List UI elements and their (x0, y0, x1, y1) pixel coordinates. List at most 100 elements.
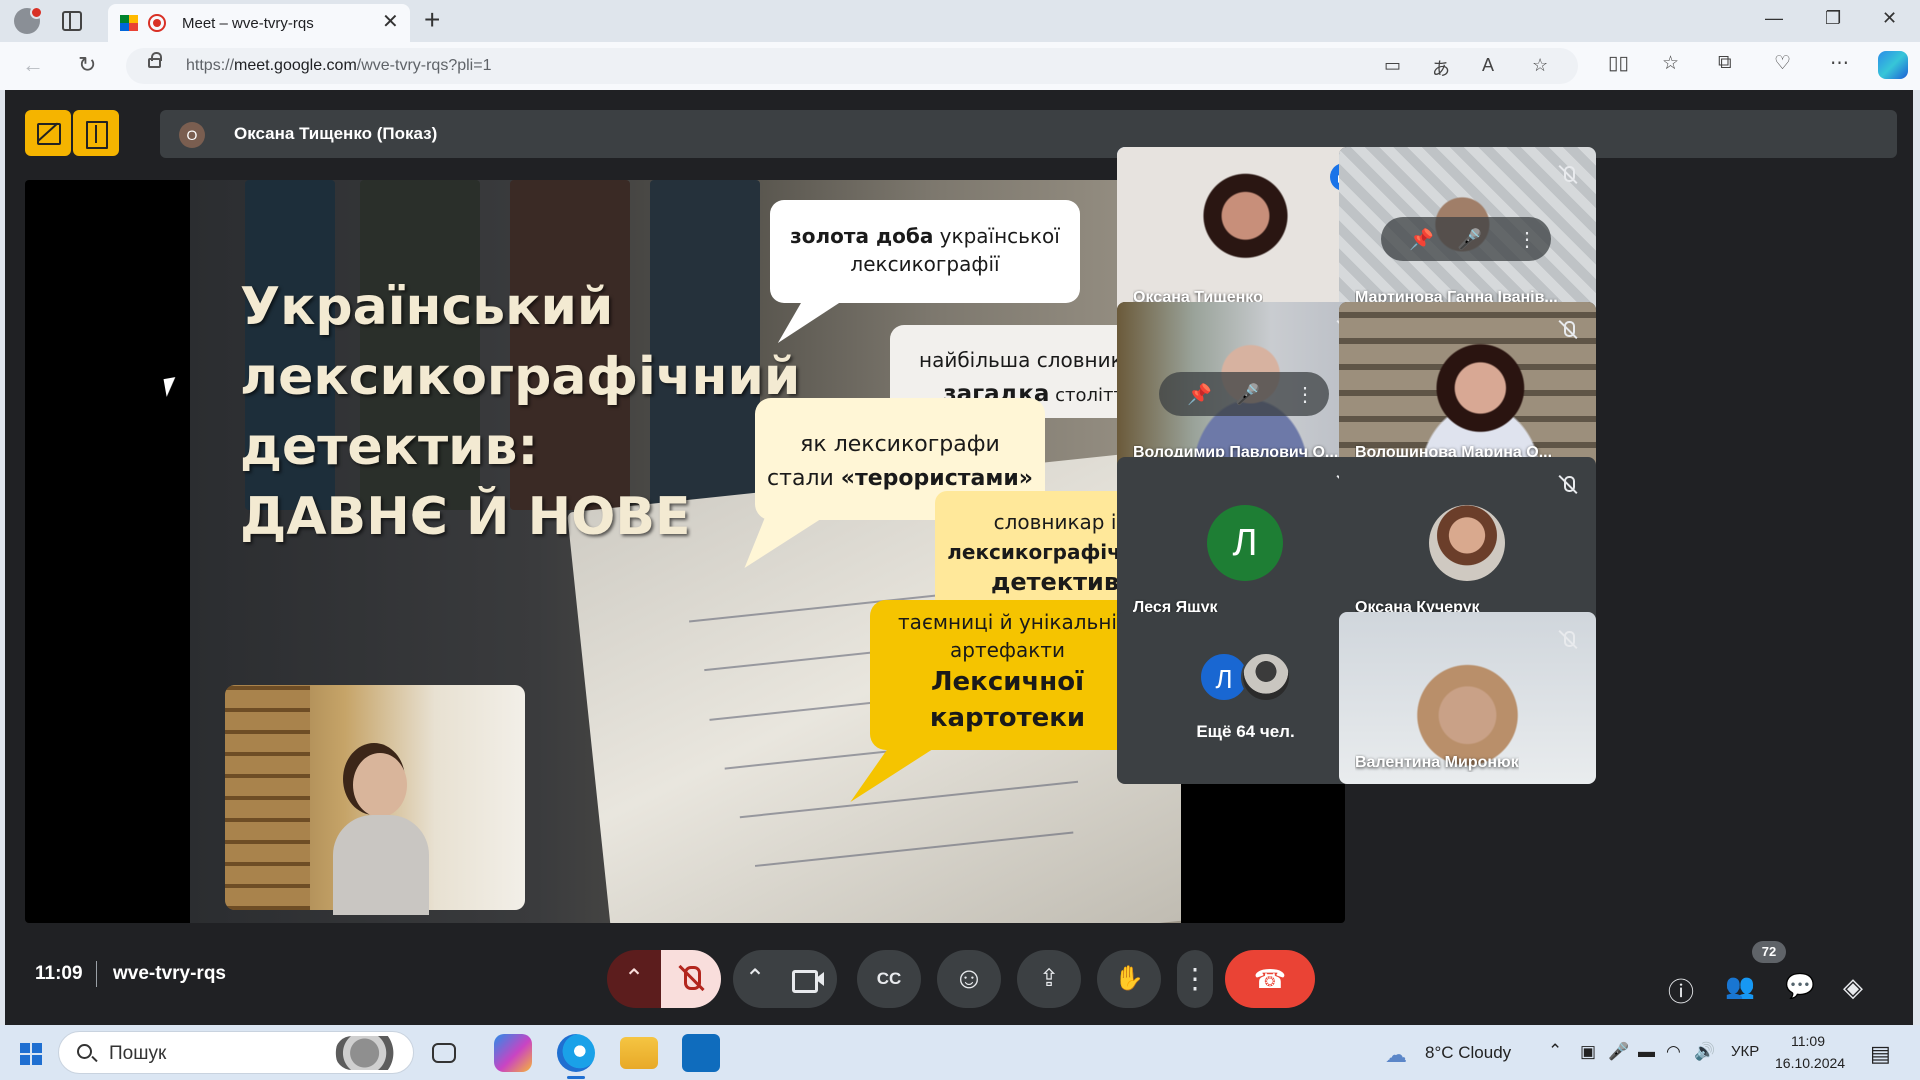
edge-icon[interactable] (557, 1034, 595, 1072)
copilot-icon[interactable] (1878, 51, 1908, 79)
collections-icon[interactable]: ⧉ (1718, 52, 1732, 74)
battery-icon[interactable]: ▬ (1638, 1042, 1655, 1062)
presentation-header: О Оксана Тищенко (Показ) (5, 90, 1913, 170)
more-options-button[interactable]: ⋮ (1177, 950, 1213, 1008)
presenter-bar: О Оксана Тищенко (Показ) (160, 110, 1897, 158)
more-options-icon[interactable]: ⋮ (1295, 382, 1315, 407)
tab-actions-icon[interactable] (62, 11, 82, 31)
url-text[interactable]: https://meet.google.com/wve-tvry-rqs?pli… (186, 57, 491, 75)
microphone-icon[interactable]: 🎤 (1608, 1042, 1629, 1062)
favorite-star-icon[interactable]: ☆ (1532, 55, 1548, 76)
weather-text[interactable]: 8°C Cloudy (1425, 1043, 1511, 1063)
reload-button[interactable]: ↻ (78, 52, 96, 78)
leave-call-button[interactable]: ☎ (1225, 950, 1315, 1008)
speech-bubble-5: таємниці й унікальні артефакти Лексичної… (870, 600, 1145, 750)
volume-icon[interactable]: 🔊 (1694, 1042, 1715, 1062)
taskbar-search[interactable]: Пошук (58, 1031, 414, 1074)
notifications-icon[interactable]: ▤ (1870, 1041, 1891, 1067)
browser-tab-strip: Meet – wve-tvry-rqs ✕ + — ❐ ✕ (0, 0, 1920, 42)
address-bar[interactable]: https://meet.google.com/wve-tvry-rqs?pli… (126, 48, 1578, 84)
tile-hover-controls: 📌 🎤 ⋮ (1159, 372, 1329, 416)
maximize-button[interactable]: ❐ (1825, 8, 1841, 29)
emoji-icon: ☺ (953, 962, 985, 995)
favorites-icon[interactable]: ☆ (1662, 52, 1679, 75)
participant-avatar (1241, 652, 1291, 702)
pin-icon[interactable]: 📌 (1187, 382, 1212, 407)
video-options-button[interactable]: ⌃ (733, 950, 777, 1008)
chat-icon[interactable]: 💬 (1785, 972, 1815, 1001)
profile-icon[interactable] (14, 6, 43, 34)
participant-tile[interactable]: 📌 🎤 ⋮ Мартинова Ганна Іванів... (1339, 147, 1596, 319)
hide-presentation-button[interactable] (25, 110, 71, 156)
tab-close-icon[interactable]: ✕ (382, 11, 399, 33)
new-tab-button[interactable]: + (424, 5, 440, 35)
recording-icon (148, 14, 166, 32)
pin-icon[interactable]: 📌 (1409, 227, 1434, 252)
more-vert-icon: ⋮ (1181, 963, 1209, 994)
audio-options-button[interactable]: ⌃ (607, 950, 661, 1008)
presenter-label: Оксана Тищенко (Показ) (234, 124, 438, 143)
speech-bubble-1: золота доба української лексикографії (770, 200, 1080, 303)
outlook-icon[interactable] (682, 1034, 720, 1072)
participants-count-badge: 72 (1752, 941, 1786, 963)
participant-tile[interactable]: 📌 🎤 ⋮ Володимир Павлович О... (1117, 302, 1374, 474)
mic-off-icon (1556, 318, 1580, 342)
language-indicator[interactable]: УКР (1731, 1043, 1759, 1060)
more-participants-tile[interactable]: Л Ещё 64 чел. (1117, 612, 1374, 784)
participant-tile[interactable]: Волошинова Марина О... (1339, 302, 1596, 474)
meet-favicon-icon (120, 15, 138, 31)
weather-cloud-icon[interactable]: ☁ (1385, 1042, 1407, 1068)
mute-participant-icon[interactable]: 🎤 (1235, 382, 1260, 407)
split-screen-icon[interactable]: ▯▯ (1608, 52, 1629, 75)
activities-icon[interactable]: ◈ (1843, 972, 1863, 1003)
tab-meet[interactable]: Meet – wve-tvry-rqs ✕ (108, 4, 410, 42)
search-highlight-icon (335, 1036, 409, 1070)
more-icon[interactable]: ⋯ (1830, 52, 1849, 75)
pip-button[interactable] (73, 110, 119, 156)
mute-participant-icon[interactable]: 🎤 (1457, 227, 1482, 252)
windows-start-icon[interactable] (20, 1043, 42, 1065)
read-aloud-icon[interactable]: A (1482, 55, 1494, 76)
microphone-toggle-button[interactable] (661, 950, 721, 1008)
file-explorer-icon[interactable] (620, 1037, 658, 1069)
presenter-avatar: О (179, 122, 205, 148)
participant-tile[interactable]: Л Леся Ящук (1117, 457, 1374, 629)
search-placeholder: Пошук (109, 1043, 167, 1064)
task-view-icon[interactable] (432, 1043, 456, 1063)
close-window-button[interactable]: ✕ (1882, 8, 1897, 29)
people-icon[interactable]: 👥 (1725, 972, 1755, 1001)
slide-title: Український лексикографічний детектив: Д… (240, 277, 801, 547)
chevron-up-icon[interactable]: ⌃ (1548, 1041, 1562, 1061)
participant-avatar (1429, 505, 1505, 581)
present-icon: ⇪ (1038, 965, 1060, 992)
participant-tile[interactable]: Оксана Кучерук (1339, 457, 1596, 629)
archive-photo (225, 685, 525, 915)
browser-essentials-icon[interactable]: ♡ (1774, 52, 1791, 75)
meeting-controls-bar: 11:09 wve-tvry-rqs ⌃ ⌃ CC ☺ ⇪ ✋ ⋮ ☎ ⓘ 72 (5, 935, 1913, 1025)
clock-time[interactable]: 11:09 (1791, 1033, 1825, 1049)
copilot-app-icon[interactable] (494, 1034, 532, 1072)
meeting-info-icon[interactable]: ⓘ (1668, 972, 1694, 1009)
more-options-icon[interactable]: ⋮ (1517, 227, 1537, 252)
camera-icon[interactable]: ▭ (1384, 55, 1401, 76)
mic-off-icon (1556, 628, 1580, 652)
presentation-slide: Український лексикографічний детектив: Д… (190, 180, 1181, 923)
tile-hover-controls: 📌 🎤 ⋮ (1381, 217, 1551, 261)
present-screen-button[interactable]: ⇪ (1017, 950, 1081, 1008)
camera-toggle-button[interactable] (777, 950, 837, 1008)
minimize-button[interactable]: — (1765, 8, 1783, 29)
emoji-reactions-button[interactable]: ☺ (937, 950, 1001, 1008)
participant-tile[interactable]: Оксана Тищенко (1117, 147, 1374, 319)
back-button[interactable]: ← (22, 52, 44, 78)
captions-icon: CC (876, 969, 902, 988)
meet-app: О Оксана Тищенко (Показ) Український лек… (5, 90, 1913, 1025)
captions-button[interactable]: CC (857, 950, 921, 1008)
meet-now-icon[interactable]: ▣ (1580, 1042, 1596, 1062)
translate-icon[interactable]: あ (1432, 55, 1450, 81)
raise-hand-button[interactable]: ✋ (1097, 950, 1161, 1008)
participant-tile[interactable]: Валентина Миронюк (1339, 612, 1596, 784)
more-participants-label: Ещё 64 чел. (1196, 722, 1295, 741)
clock-date[interactable]: 16.10.2024 (1775, 1055, 1845, 1071)
wifi-icon[interactable]: ◠ (1666, 1042, 1681, 1062)
lock-icon[interactable] (148, 52, 162, 68)
